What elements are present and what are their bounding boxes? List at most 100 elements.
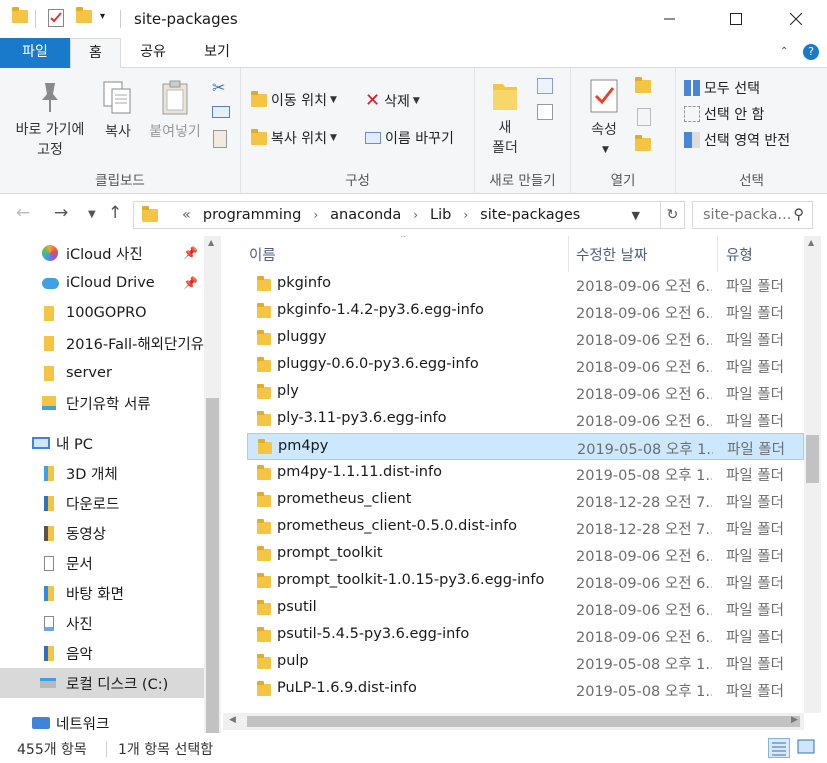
table-row[interactable]: PuLP-1.6.9.dist-info 2019-05-08 오후 1... 파일…	[247, 676, 804, 703]
nav-item-documents[interactable]: 문서	[0, 548, 204, 578]
new-item-icon[interactable]	[537, 78, 553, 94]
history-icon[interactable]	[635, 135, 651, 155]
recent-locations-icon[interactable]: ▼	[88, 209, 96, 220]
file-type: 파일 폴더	[726, 603, 784, 619]
large-icons-view-button[interactable]	[796, 738, 818, 758]
close-button[interactable]	[773, 0, 819, 38]
nav-item-3d-objects[interactable]: 3D 개체	[0, 458, 204, 488]
paste-shortcut-icon[interactable]	[213, 130, 227, 148]
pc-icon	[32, 437, 50, 449]
details-view-button[interactable]	[768, 738, 790, 758]
table-row[interactable]: pluggy 2018-09-06 오전 6... 파일 폴더	[247, 325, 804, 352]
file-scroll-thumb[interactable]	[806, 435, 819, 483]
file-horizontal-scrollbar[interactable]: ◀ ▶	[223, 713, 804, 730]
nav-item-videos[interactable]: 동영상	[0, 518, 204, 548]
breadcrumb-chevron-icon[interactable]: ›	[313, 208, 318, 222]
table-row[interactable]: prompt_toolkit-1.0.15-py3.6.egg-info 2018…	[247, 568, 804, 595]
breadcrumb-chevron-icon[interactable]: ›	[463, 208, 468, 222]
breadcrumb-programming[interactable]: programming	[203, 207, 301, 223]
address-overflow[interactable]: «	[182, 207, 191, 223]
up-button[interactable]: ↑	[108, 203, 122, 223]
copy-path-icon[interactable]	[212, 106, 230, 118]
table-row[interactable]: ply 2018-09-06 오전 6... 파일 폴더	[247, 379, 804, 406]
table-row[interactable]: ply-3.11-py3.6.egg-info 2018-09-06 오전 6..…	[247, 406, 804, 433]
delete-button[interactable]: ✕ 삭제 ▼	[365, 90, 420, 111]
customize-quick-access-icon[interactable]: ▾	[100, 11, 105, 22]
nav-item-local-disk-c[interactable]: 로컬 디스크 (C:)	[0, 668, 204, 698]
nav-item-server[interactable]: server	[0, 358, 204, 388]
column-header-name[interactable]: 이름 ⌃	[249, 236, 567, 272]
nav-scroll-thumb[interactable]	[206, 398, 219, 733]
help-icon[interactable]: ?	[803, 44, 819, 60]
scroll-up-icon[interactable]: ▲	[808, 238, 814, 247]
nav-item-icloud-drive[interactable]: iCloud Drive 📌	[0, 268, 204, 298]
scroll-right-icon[interactable]: ▶	[791, 715, 798, 725]
address-bar[interactable]: « programming › anaconda › Lib › site-packa…	[133, 201, 661, 229]
properties-dropdown-icon[interactable]: ▼	[582, 140, 629, 160]
table-row[interactable]: psutil-5.4.5-py3.6.egg-info 2018-09-06 오전…	[247, 622, 804, 649]
nav-item-pictures[interactable]: 사진	[0, 608, 204, 638]
nav-item-network[interactable]: 네트워크	[0, 708, 204, 733]
table-row[interactable]: pm4py-1.1.11.dist-info 2019-05-08 오후 1...…	[247, 460, 804, 487]
table-row[interactable]: prometheus_client 2018-12-28 오전 7... 파일 폴더	[247, 487, 804, 514]
breadcrumb-site-packages[interactable]: site-packages	[480, 207, 580, 223]
table-row[interactable]: pkginfo 2018-09-06 오전 6... 파일 폴더	[247, 271, 804, 298]
search-input[interactable]: site-packa...	[703, 207, 791, 223]
table-row[interactable]: prometheus_client-0.5.0.dist-info 2018-12…	[247, 514, 804, 541]
tab-share[interactable]: 공유	[125, 38, 181, 68]
rename-button[interactable]: 이름 바꾸기	[365, 128, 454, 148]
open-icon[interactable]	[635, 77, 651, 97]
horizontal-scroll-thumb[interactable]	[247, 716, 800, 727]
copy-to-button[interactable]: 복사 위치 ▼	[251, 128, 337, 148]
nav-item-icloud-photos[interactable]: iCloud 사진 📌	[0, 238, 204, 268]
pin-quick-access-button[interactable]: 바로 가기에 고정	[6, 80, 94, 160]
table-row[interactable]: pluggy-0.6.0-py3.6.egg-info 2018-09-06 오전…	[247, 352, 804, 379]
nav-item-100gopro[interactable]: 100GOPRO	[0, 298, 204, 328]
table-row[interactable]: psutil 2018-09-06 오전 6... 파일 폴더	[247, 595, 804, 622]
tab-view[interactable]: 보기	[187, 38, 247, 68]
back-button[interactable]: ←	[16, 203, 30, 223]
paste-button[interactable]: 붙여넣기	[143, 80, 207, 142]
table-row[interactable]: pulp 2019-05-08 오후 1... 파일 폴더	[247, 649, 804, 676]
address-dropdown-icon[interactable]: ▼	[632, 209, 640, 222]
nav-item-study-abroad-docs[interactable]: 단기유학 서류	[0, 388, 204, 418]
invert-selection-button[interactable]: 선택 영역 반전	[684, 130, 790, 150]
select-all-button[interactable]: 모두 선택	[684, 78, 760, 98]
move-to-button[interactable]: 이동 위치 ▼	[251, 90, 337, 110]
table-row[interactable]: prompt_toolkit 2018-09-06 오전 6... 파일 폴더	[247, 541, 804, 568]
cut-icon[interactable]: ✂	[212, 78, 225, 97]
column-divider[interactable]	[568, 236, 569, 272]
breadcrumb-anaconda[interactable]: anaconda	[330, 207, 401, 223]
tab-file[interactable]: 파일	[0, 38, 70, 68]
properties-button[interactable]: 속성 ▼	[579, 78, 629, 160]
breadcrumb-chevron-icon[interactable]: ›	[413, 208, 418, 222]
refresh-button[interactable]: ↻	[661, 201, 685, 229]
column-header-type[interactable]: 유형	[726, 236, 804, 272]
nav-item-this-pc[interactable]: 내 PC	[0, 428, 204, 458]
file-vertical-scrollbar[interactable]: ▲	[804, 236, 821, 713]
nav-item-2016-fall[interactable]: 2016-Fall-해외단기유	[0, 328, 204, 358]
tab-home[interactable]: 홈	[70, 38, 121, 69]
column-divider[interactable]	[717, 236, 718, 272]
table-row[interactable]: pm4py 2019-05-08 오후 1... 파일 폴더	[247, 433, 804, 460]
select-none-button[interactable]: 선택 안 함	[684, 104, 764, 124]
minimize-button[interactable]	[647, 0, 693, 38]
nav-item-desktop[interactable]: 바탕 화면	[0, 578, 204, 608]
new-folder-button[interactable]: 새 폴더	[485, 78, 525, 158]
nav-item-downloads[interactable]: 다운로드	[0, 488, 204, 518]
column-header-date[interactable]: 수정한 날짜	[576, 236, 716, 272]
maximize-button[interactable]	[713, 0, 759, 38]
new-folder-quick-icon[interactable]	[76, 7, 92, 23]
search-box[interactable]: site-packa... ⚲	[692, 201, 813, 229]
nav-item-music[interactable]: 음악	[0, 638, 204, 668]
properties-quick-icon[interactable]	[48, 9, 64, 27]
collapse-ribbon-icon[interactable]: ⌃	[780, 46, 788, 57]
nav-scrollbar[interactable]: ▲	[204, 236, 221, 733]
scroll-up-icon[interactable]: ▲	[208, 238, 214, 247]
scroll-left-icon[interactable]: ◀	[229, 715, 236, 725]
forward-button[interactable]: →	[54, 203, 68, 223]
easy-access-icon[interactable]	[537, 104, 553, 120]
breadcrumb-lib[interactable]: Lib	[430, 207, 451, 223]
table-row[interactable]: pkginfo-1.4.2-py3.6.egg-info 2018-09-06 오…	[247, 298, 804, 325]
copy-button[interactable]: 복사	[96, 80, 140, 142]
